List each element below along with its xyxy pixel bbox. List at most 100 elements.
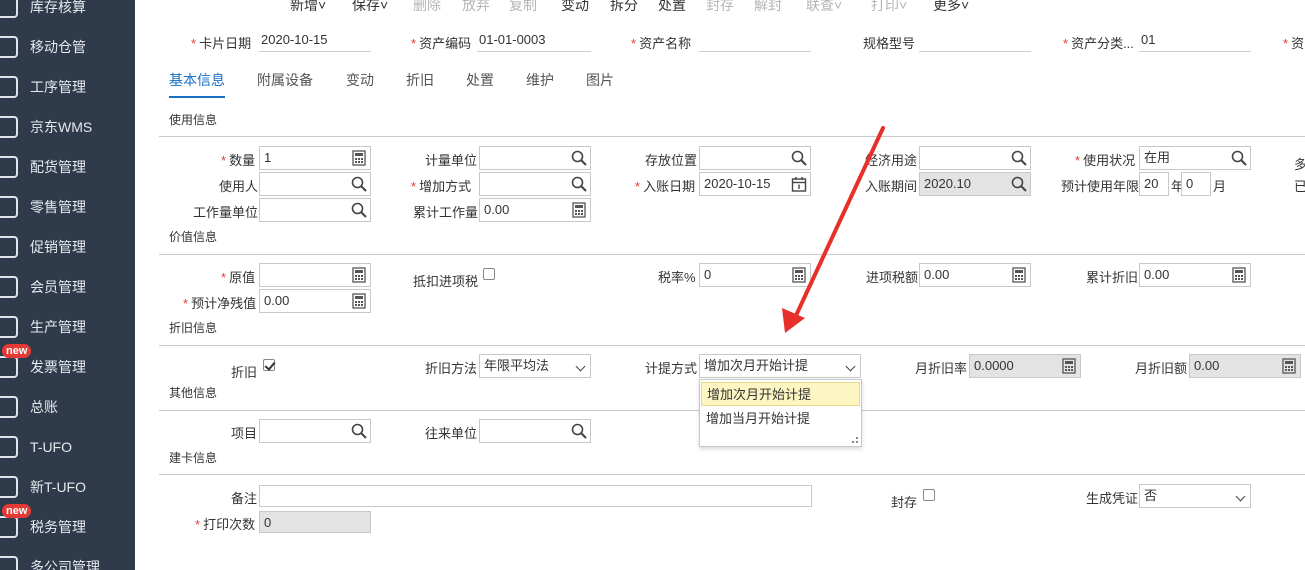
dep-checkbox[interactable] (263, 359, 275, 371)
sidebar-item[interactable]: 会员管理 (0, 267, 135, 307)
month-amount-input[interactable]: 0.00 (1189, 354, 1301, 378)
user-input[interactable] (259, 172, 371, 196)
asset-name-field[interactable] (699, 30, 811, 52)
sidebar-item[interactable]: 工序管理 (0, 67, 135, 107)
sidebar-item[interactable]: 总账 (0, 387, 135, 427)
voucher-select[interactable]: 否 (1139, 484, 1251, 508)
asset-code-label: * 资产编码 (411, 36, 472, 51)
sidebar-item[interactable]: 新T-UFO (0, 467, 135, 507)
calculator-icon[interactable] (1281, 358, 1297, 374)
sidebar-item[interactable]: 零售管理 (0, 187, 135, 227)
acc-workload-input[interactable]: 0.00 (479, 198, 591, 222)
orig-value-label: * 原值 (221, 270, 256, 285)
life-years-input[interactable]: 20 (1139, 172, 1169, 196)
partner-input[interactable] (479, 419, 591, 443)
toolbar-button[interactable]: 封存 (706, 0, 734, 14)
calc-method-select[interactable]: 增加次月开始计提 (699, 354, 861, 378)
sidebar-item[interactable]: T-UFO (0, 427, 135, 467)
search-icon[interactable] (571, 150, 587, 166)
search-icon[interactable] (571, 423, 587, 439)
toolbar-button[interactable]: 更多˅ (933, 0, 969, 14)
toolbar-button[interactable]: 放弃 (462, 0, 490, 14)
project-input[interactable] (259, 419, 371, 443)
search-icon[interactable] (351, 202, 367, 218)
econ-use-input[interactable] (919, 146, 1031, 170)
search-icon[interactable] (351, 176, 367, 192)
divider (159, 474, 1305, 475)
tab[interactable]: 处置 (466, 70, 494, 96)
sidebar-item-label: 移动仓管 (30, 39, 86, 55)
sidebar-item[interactable]: 京东WMS (0, 107, 135, 147)
calendar-icon[interactable] (791, 176, 807, 192)
calculator-icon[interactable] (1011, 267, 1027, 283)
toolbar-button[interactable]: 保存˅ (352, 0, 388, 14)
search-icon[interactable] (1011, 176, 1027, 192)
deduct-tax-checkbox[interactable] (483, 268, 495, 280)
status-input[interactable]: 在用 (1139, 146, 1251, 170)
toolbar-button[interactable]: 变动 (561, 0, 589, 14)
dropdown-option[interactable]: 增加次月开始计提 (701, 382, 860, 406)
sidebar-item[interactable]: 配货管理 (0, 147, 135, 187)
dep-method-label: 折旧方法 (425, 361, 478, 376)
tab[interactable]: 基本信息 (169, 70, 225, 98)
toolbar-button[interactable]: 拆分 (610, 0, 638, 14)
toolbar-button[interactable]: 删除 (413, 0, 441, 14)
spec-field[interactable] (919, 30, 1031, 52)
resize-grip-icon[interactable] (852, 437, 858, 443)
asset-class-field[interactable]: 01 (1139, 30, 1251, 52)
tab[interactable]: 附属设备 (257, 70, 313, 96)
entry-date-input[interactable]: 2020-10-15 (699, 172, 811, 196)
calc-method-dropdown: 增加次月开始计提 增加当月开始计提 (699, 379, 862, 447)
seal-checkbox[interactable] (923, 489, 935, 501)
sidebar-item[interactable]: 税务管理 new (0, 504, 135, 547)
toolbar-button[interactable]: 新增˅ (290, 0, 326, 14)
calculator-icon[interactable] (351, 150, 367, 166)
sidebar-item[interactable]: 移动仓管 (0, 27, 135, 67)
acc-dep-input[interactable]: 0.00 (1139, 263, 1251, 287)
calculator-icon[interactable] (1061, 358, 1077, 374)
month-rate-input[interactable]: 0.0000 (969, 354, 1081, 378)
tab[interactable]: 图片 (586, 70, 614, 96)
card-date-field[interactable]: 2020-10-15 (259, 30, 371, 52)
toolbar-button[interactable]: 打印˅ (871, 0, 907, 14)
remark-input[interactable] (259, 485, 812, 507)
search-icon[interactable] (351, 423, 367, 439)
asset-code-field[interactable]: 01-01-0003 (477, 30, 591, 52)
tab[interactable]: 维护 (526, 70, 554, 96)
sidebar-item[interactable]: 多公司管理 (0, 547, 135, 570)
calculator-icon[interactable] (351, 293, 367, 309)
sidebar-item[interactable]: 生产管理 (0, 307, 135, 347)
calculator-icon[interactable] (351, 267, 367, 283)
input-tax-input[interactable]: 0.00 (919, 263, 1031, 287)
workload-unit-input[interactable] (259, 198, 371, 222)
search-icon[interactable] (1011, 150, 1027, 166)
sidebar-item[interactable]: 发票管理 new (0, 344, 135, 387)
calculator-icon[interactable] (791, 267, 807, 283)
search-icon[interactable] (791, 150, 807, 166)
tax-rate-input[interactable]: 0 (699, 263, 811, 287)
life-months-input[interactable]: 0 (1181, 172, 1211, 196)
toolbar-button[interactable]: 处置 (658, 0, 686, 14)
calculator-icon[interactable] (1231, 267, 1247, 283)
toolbar-button[interactable]: 联查˅ (806, 0, 842, 14)
sidebar-item[interactable]: 促销管理 (0, 227, 135, 267)
calculator-icon[interactable] (571, 202, 587, 218)
toolbar-button[interactable]: 解封 (754, 0, 782, 14)
tab[interactable]: 变动 (346, 70, 374, 96)
unit-input[interactable] (479, 146, 591, 170)
dropdown-option[interactable]: 增加当月开始计提 (701, 407, 860, 431)
toolbar-button[interactable]: 复制 (509, 0, 537, 14)
sidebar-item[interactable]: 库存核算 (0, 0, 135, 27)
status-label: * 使用状况 (1075, 153, 1136, 168)
add-method-input[interactable] (479, 172, 591, 196)
search-icon[interactable] (1231, 150, 1247, 166)
dep-method-select[interactable]: 年限平均法 (479, 354, 591, 378)
search-icon[interactable] (571, 176, 587, 192)
month-unit: 月 (1213, 179, 1227, 194)
residual-input[interactable]: 0.00 (259, 289, 371, 313)
orig-value-input[interactable] (259, 263, 371, 287)
entry-period-input[interactable]: 2020.10 (919, 172, 1031, 196)
tab[interactable]: 折旧 (406, 70, 434, 96)
location-input[interactable] (699, 146, 811, 170)
qty-input[interactable]: 1 (259, 146, 371, 170)
